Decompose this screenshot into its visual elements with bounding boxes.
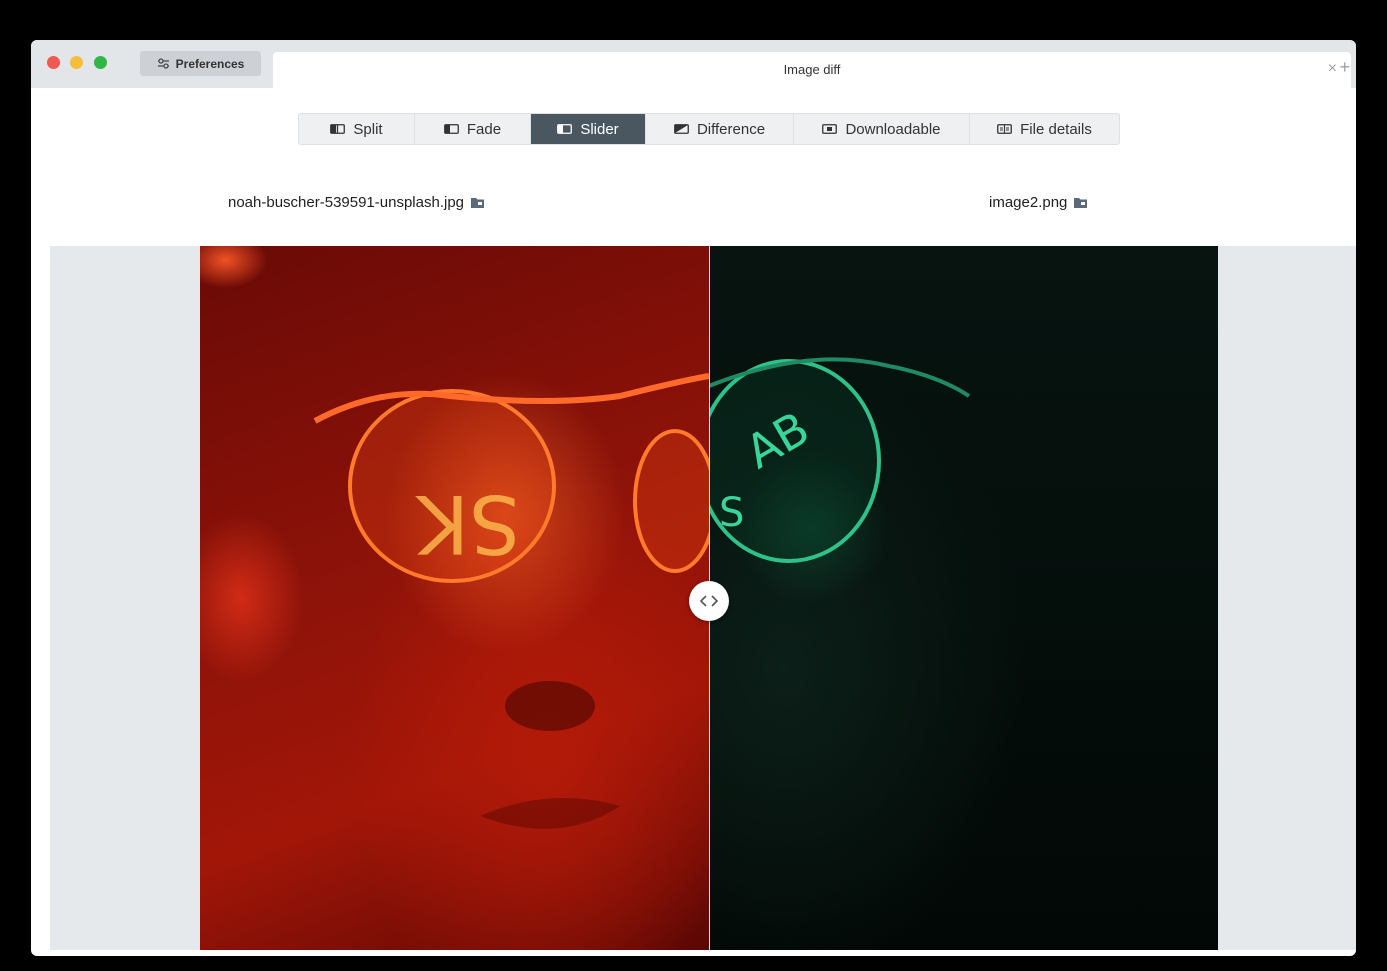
comparison-stage: SK AB S bbox=[50, 246, 1356, 950]
fade-icon bbox=[443, 124, 459, 134]
preferences-label: Preferences bbox=[175, 56, 245, 71]
split-button[interactable]: Split bbox=[299, 114, 415, 144]
right-file-label: image2.png bbox=[989, 194, 1068, 211]
split-label: Split bbox=[353, 120, 383, 138]
left-image-art: SK bbox=[313, 373, 717, 829]
preferences-button[interactable]: Preferences bbox=[140, 51, 261, 76]
difference-icon bbox=[674, 124, 689, 134]
downloadable-button[interactable]: Downloadable bbox=[794, 114, 970, 144]
left-file-name: noah-buscher-539591-unsplash.jpg bbox=[228, 194, 485, 211]
file-details-button[interactable]: File details bbox=[970, 114, 1119, 144]
title-bar: Preferences Image diff × + bbox=[31, 40, 1356, 88]
svg-text:S: S bbox=[719, 490, 744, 536]
fade-label: Fade bbox=[466, 120, 502, 138]
download-icon bbox=[822, 124, 838, 134]
minimize-window-button[interactable] bbox=[70, 56, 83, 69]
sliders-icon bbox=[157, 58, 169, 69]
add-tab-icon[interactable]: + bbox=[1339, 58, 1350, 76]
right-file-name: image2.png bbox=[989, 194, 1088, 211]
difference-label: Difference bbox=[696, 120, 766, 138]
mode-toolbar: Split Fade Slider Difference Downloadabl… bbox=[298, 113, 1120, 145]
tab-title: Image diff bbox=[783, 62, 841, 77]
tab-image-diff[interactable]: Image diff × bbox=[273, 52, 1351, 88]
close-window-button[interactable] bbox=[47, 56, 60, 69]
folder-icon[interactable] bbox=[470, 196, 485, 209]
fade-button[interactable]: Fade bbox=[415, 114, 531, 144]
slider-label: Slider bbox=[580, 120, 619, 138]
file-details-label: File details bbox=[1020, 120, 1092, 138]
slider-button[interactable]: Slider bbox=[531, 114, 646, 144]
folder-icon[interactable] bbox=[1073, 196, 1088, 209]
svg-text:SK: SK bbox=[414, 477, 520, 570]
left-image: SK bbox=[200, 246, 717, 950]
right-image: AB S bbox=[697, 246, 1218, 950]
close-tab-icon[interactable]: × bbox=[1328, 60, 1337, 78]
difference-button[interactable]: Difference bbox=[646, 114, 794, 144]
slider-handle[interactable] bbox=[689, 581, 729, 621]
downloadable-label: Downloadable bbox=[845, 120, 941, 138]
left-file-label: noah-buscher-539591-unsplash.jpg bbox=[228, 194, 465, 211]
chevron-left-right-icon bbox=[700, 595, 718, 607]
file-details-icon bbox=[997, 124, 1013, 134]
zoom-window-button[interactable] bbox=[94, 56, 107, 69]
slider-icon bbox=[557, 124, 573, 134]
app-window: Preferences Image diff × + Split Fade Sl… bbox=[31, 40, 1356, 956]
right-image-art: AB S bbox=[697, 357, 971, 563]
split-icon bbox=[330, 124, 346, 134]
